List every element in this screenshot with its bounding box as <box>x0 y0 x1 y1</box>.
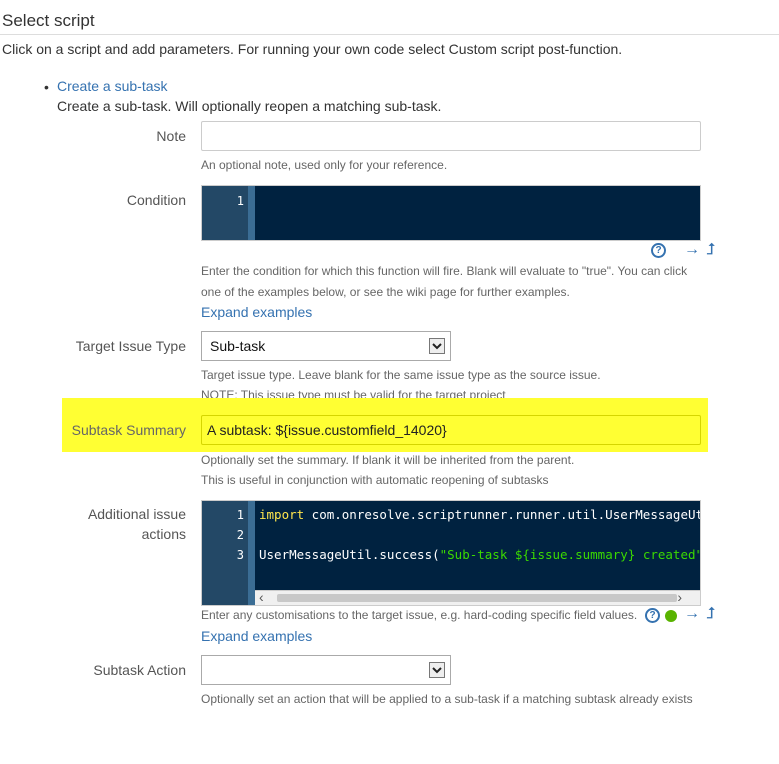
condition-help-icon[interactable]: ? <box>651 243 666 258</box>
subtask-action-label: Subtask Action <box>93 662 186 678</box>
condition-fold-bar <box>248 186 255 240</box>
subtask-summary-label: Subtask Summary <box>71 422 186 438</box>
code-import-path: com.onresolve.scriptrunner.runner.util.U… <box>304 507 701 522</box>
page-title: Select script <box>2 11 95 30</box>
scroll-left-icon[interactable]: ‹ <box>259 589 264 605</box>
subtask-summary-input[interactable]: A subtask: ${issue.customfield_14020} <box>201 415 701 445</box>
target-issue-type-value: Sub-task <box>210 338 266 354</box>
target-issue-type-label: Target Issue Type <box>75 338 186 354</box>
note-label: Note <box>156 128 186 144</box>
actions-line-number: 3 <box>236 548 244 562</box>
condition-expand-right-icon[interactable]: → <box>684 242 700 258</box>
condition-line-number: 1 <box>236 194 244 208</box>
actions-help-icon[interactable]: ? <box>645 608 660 623</box>
actions-line-number: 1 <box>236 508 244 522</box>
note-help: An optional note, used only for your ref… <box>201 158 448 172</box>
code-string: "Sub-task ${issue.summary} created") <box>439 547 701 562</box>
condition-editor[interactable]: 1 <box>201 185 701 241</box>
scroll-right-icon[interactable]: › <box>677 589 682 605</box>
target-issue-type-select[interactable]: Sub-task <box>201 331 451 361</box>
actions-expand-examples-link[interactable]: Expand examples <box>201 628 312 644</box>
scrollbar-thumb[interactable] <box>277 594 677 602</box>
editor-horizontal-scrollbar[interactable]: ‹ › <box>255 589 700 605</box>
subtask-action-select[interactable] <box>201 655 451 685</box>
subtask-action-help: Optionally set an action that will be ap… <box>201 692 693 706</box>
chevron-down-icon[interactable] <box>429 338 445 354</box>
condition-help-line2: one of the examples below, or see the wi… <box>201 285 570 299</box>
actions-fold-bar <box>248 501 255 605</box>
page-intro: Click on a script and add parameters. Fo… <box>2 41 623 57</box>
condition-arrow-up-icon[interactable]: ⮥ <box>706 242 715 258</box>
code-line-3: UserMessageUtil.success("Sub-task ${issu… <box>259 547 701 562</box>
subtask-summary-help-line2: This is useful in conjunction with autom… <box>201 473 549 487</box>
additional-actions-editor[interactable]: 1 2 3 import com.onresolve.scriptrunner.… <box>201 500 701 606</box>
additional-actions-label-line1: Additional issue <box>87 506 186 522</box>
script-link-create-subtask[interactable]: Create a sub-task <box>57 78 168 94</box>
condition-label: Condition <box>126 192 186 208</box>
note-input[interactable] <box>201 121 701 151</box>
subtask-summary-help-line1: Optionally set the summary. If blank it … <box>201 453 575 467</box>
condition-help-line1: Enter the condition for which this funct… <box>201 264 688 278</box>
code-line-1: import com.onresolve.scriptrunner.runner… <box>259 507 701 522</box>
subtask-summary-value: A subtask: ${issue.customfield_14020} <box>207 422 447 438</box>
target-issue-type-help-line1: Target issue type. Leave blank for the s… <box>201 368 601 382</box>
code-keyword-import: import <box>259 507 305 522</box>
code-call: UserMessageUtil.success( <box>259 547 440 562</box>
condition-expand-examples-link[interactable]: Expand examples <box>201 304 312 320</box>
actions-arrow-up-icon[interactable]: ⮥ <box>706 606 715 622</box>
list-bullet: • <box>44 79 49 95</box>
additional-actions-help: Enter any customisations to the target i… <box>201 608 638 622</box>
title-divider <box>0 34 779 35</box>
actions-expand-right-icon[interactable]: → <box>684 606 700 622</box>
status-dot-icon <box>665 610 677 622</box>
script-description: Create a sub-task. Will optionally reope… <box>57 98 442 114</box>
additional-actions-label-line2: actions <box>141 526 186 542</box>
actions-line-number: 2 <box>236 528 244 542</box>
chevron-down-icon[interactable] <box>429 662 445 678</box>
